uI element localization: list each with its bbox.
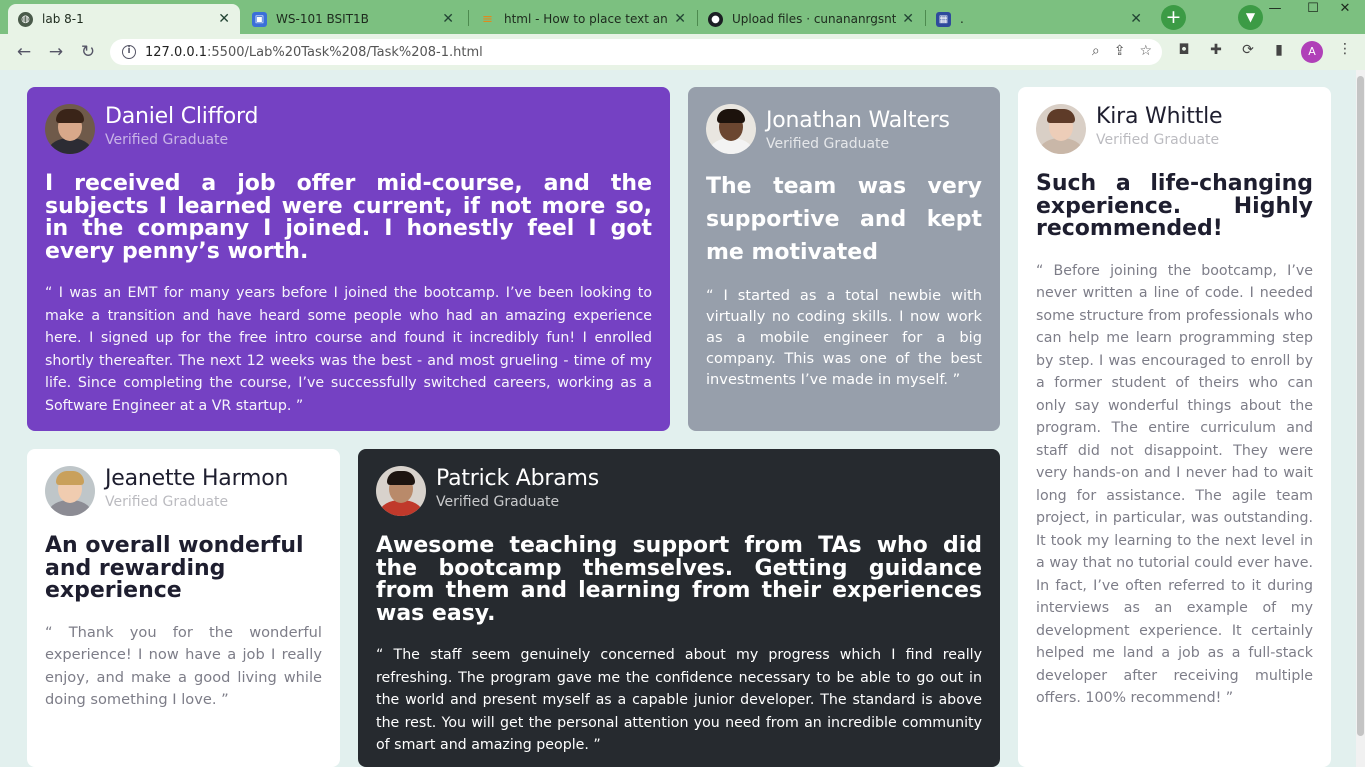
testimonial-quote: “ Thank you for the wonderful experience… [45,623,322,709]
close-tab-icon[interactable]: ✕ [674,11,686,27]
author-name: Kira Whittle [1096,104,1223,129]
card-header: Kira Whittle Verified Graduate [1036,104,1313,154]
tab-lab-8-1[interactable]: ◍ lab 8-1 ✕ [8,4,240,34]
card-header: Jeanette Harmon Verified Graduate [45,466,322,516]
author-role: Verified Graduate [766,136,890,152]
share-icon[interactable]: ⇪ [1114,43,1126,59]
testimonial-quote: “ The staff seem genuinely concerned abo… [376,647,982,753]
testimonial-headline: Such a life-changing experience. Highly … [1036,171,1313,241]
author-role: Verified Graduate [105,132,229,148]
github-icon: ● [708,11,723,27]
forward-arrow-icon[interactable]: → [44,40,68,64]
profile-avatar[interactable]: A [1301,41,1323,63]
avatar [45,466,95,516]
minimize-icon[interactable]: — [1255,0,1295,18]
page-scrollbar[interactable] [1356,70,1365,767]
tab-divider [468,10,469,26]
testimonial-card-kira: Kira Whittle Verified Graduate Such a li… [1018,87,1331,767]
zoom-icon[interactable]: ⌕ [1092,43,1100,59]
close-tab-icon[interactable]: ✕ [902,11,914,27]
kebab-menu-icon[interactable]: ⋮ [1338,41,1352,57]
bookmark-star-icon[interactable]: ☆ [1139,43,1152,59]
author-name: Daniel Clifford [105,104,259,129]
close-tab-icon[interactable]: ✕ [218,11,230,27]
testimonial-card-patrick: Patrick Abrams Verified Graduate Awesome… [358,449,1000,767]
close-tab-icon[interactable]: ✕ [442,11,454,27]
card-header: Jonathan Walters Verified Graduate [706,104,982,154]
stackoverflow-icon: ≡ [482,11,493,27]
testimonial-headline: An overall wonderful and rewarding exper… [45,533,304,603]
sync-icon[interactable]: ⟳ [1238,42,1258,58]
reload-icon[interactable]: ↻ [76,40,100,64]
new-tab-button[interactable]: + [1161,5,1186,30]
author-name: Jeanette Harmon [105,466,289,491]
url-text: 127.0.0.1:5500/Lab%20Task%208/Task%208-1… [145,44,483,60]
tab-dot[interactable]: ▦ . ✕ [926,4,1152,34]
card-header: Daniel Clifford Verified Graduate [45,104,652,154]
avatar [376,466,426,516]
close-tab-icon[interactable]: ✕ [1130,11,1142,27]
author-role: Verified Graduate [105,494,229,510]
testimonial-headline: The team was very supportive and kept me… [706,174,982,265]
testimonial-quote: “ Before joining the bootcamp, I’ve neve… [1036,262,1313,707]
testimonial-headline: Awesome teaching support from TAs who di… [376,533,982,626]
author-name: Jonathan Walters [766,108,950,133]
back-arrow-icon[interactable]: ← [12,40,36,64]
author-name: Patrick Abrams [436,466,600,491]
tab-stackoverflow[interactable]: ≡ html - How to place text and ✕ [470,4,696,34]
avatar [706,104,756,154]
classroom-icon: ▣ [252,11,267,27]
tab-github[interactable]: ● Upload files · cunananrgsnts ✕ [698,4,924,34]
avatar [45,104,95,154]
camera-icon[interactable]: ◘ [1174,42,1194,58]
close-window-icon[interactable]: ✕ [1325,0,1365,18]
testimonial-headline: I received a job offer mid-course, and t… [45,171,652,264]
avatar [1036,104,1086,154]
card-header: Patrick Abrams Verified Graduate [376,466,982,516]
author-role: Verified Graduate [436,494,560,510]
globe-icon: ◍ [18,11,33,27]
tab-strip: ◍ lab 8-1 ✕ ▣ WS-101 BSIT1B ✕ ≡ html - H… [0,0,1365,34]
testimonial-quote: “ I was an EMT for many years before I j… [45,285,652,414]
author-role: Verified Graduate [1096,132,1220,148]
extensions-puzzle-icon[interactable]: ✚ [1206,42,1226,58]
testimonial-quote: “ I started as a total newbie with virtu… [706,287,982,388]
info-icon[interactable]: i [122,45,136,59]
side-panel-icon[interactable]: ▮ [1269,42,1289,58]
testimonial-card-daniel: Daniel Clifford Verified Graduate I rece… [27,87,670,431]
tab-ws-101[interactable]: ▣ WS-101 BSIT1B ✕ [242,4,464,34]
scrollbar-thumb[interactable] [1357,76,1364,736]
address-bar[interactable]: i 127.0.0.1:5500/Lab%20Task%208/Task%208… [110,39,1162,65]
layout-icon: ▦ [936,11,951,27]
testimonial-card-jeanette: Jeanette Harmon Verified Graduate An ove… [27,449,340,767]
testimonial-card-jonathan: Jonathan Walters Verified Graduate The t… [688,87,1000,431]
